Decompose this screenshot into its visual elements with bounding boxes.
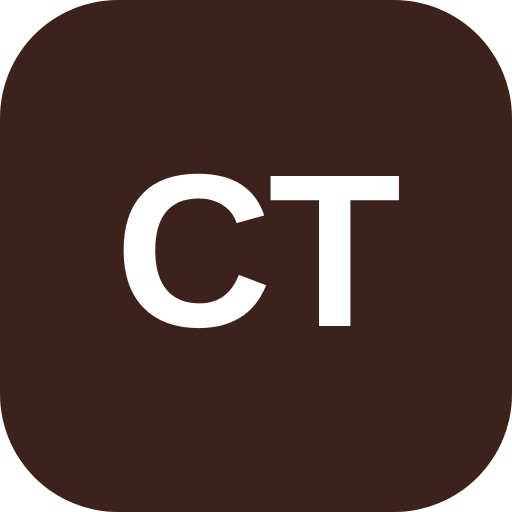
monogram-text: CT [114,130,402,373]
app-icon-tile: CT [0,0,512,512]
